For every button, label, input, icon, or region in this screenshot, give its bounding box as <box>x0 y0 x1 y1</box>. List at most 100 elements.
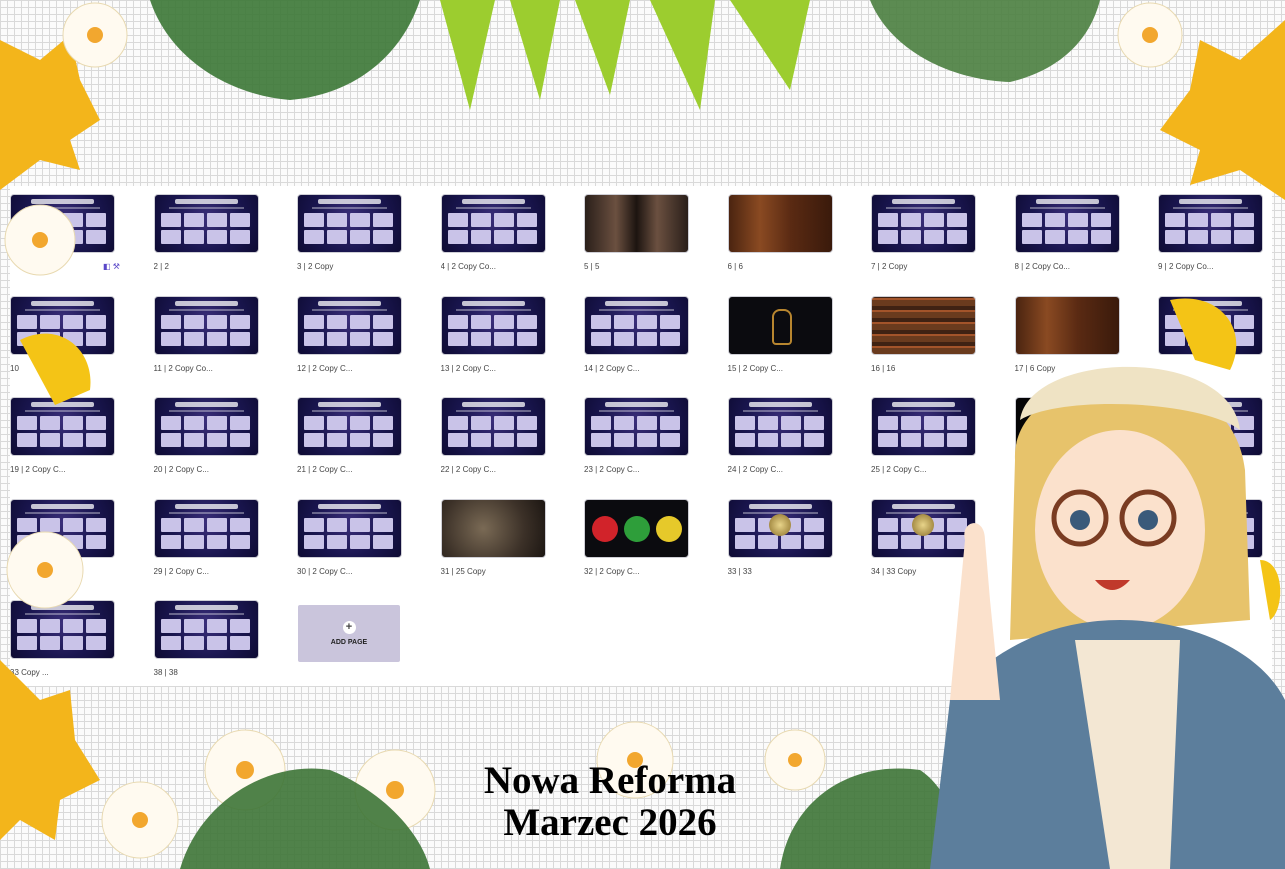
page-thumbnail[interactable] <box>440 194 546 253</box>
page-tile[interactable]: 21 | 2 Copy C... <box>297 397 402 474</box>
thumbnail-title-strip <box>31 503 94 509</box>
page-tile[interactable]: 5 | 5 <box>584 194 689 271</box>
page-tile[interactable]: 29 | 2 Copy C... <box>153 498 259 576</box>
page-thumbnail[interactable] <box>871 498 976 558</box>
page-caption: 16 | 16 <box>871 363 896 373</box>
page-caption: 4 | 2 Copy Co... <box>440 262 496 271</box>
page-tile[interactable] <box>1014 397 1120 465</box>
page-tile[interactable]: 20 | 2 Copy C... <box>153 397 259 474</box>
page-tile[interactable]: 12 | 2 Copy C... <box>297 295 402 373</box>
thumbnail-cards <box>304 314 395 349</box>
page-thumbnail[interactable] <box>1158 498 1263 558</box>
page-thumbnail[interactable] <box>727 194 833 253</box>
page-tile[interactable]: 2 | 2 <box>153 194 259 271</box>
page-tile[interactable]: 15 | 2 Copy C... <box>727 295 833 373</box>
page-tile[interactable]: 38 | 38 <box>153 600 259 677</box>
thumbnail-subtitle-strip <box>168 207 244 209</box>
page-tile[interactable] <box>10 194 115 262</box>
page-tile[interactable]: 32 | 2 Copy C... <box>584 498 689 576</box>
page-tile[interactable]: 6 | 6 <box>727 194 833 271</box>
thumbnail-title-strip <box>461 300 525 306</box>
page-thumbnail[interactable] <box>1158 295 1263 355</box>
page-tile[interactable]: 9 | 2 Copy Co... <box>1158 194 1263 271</box>
page-tile[interactable]: 3 | 2 Copy <box>297 194 402 271</box>
page-thumbnail[interactable] <box>727 397 833 457</box>
page-thumbnail[interactable] <box>10 295 115 355</box>
page-thumbnail[interactable] <box>10 600 115 660</box>
thumbnail-title-strip <box>1179 503 1242 509</box>
fern-leaf-top <box>440 0 810 110</box>
add-page-button[interactable]: + ADD PAGE <box>298 605 400 662</box>
mirror-icon <box>771 308 792 345</box>
page-tile[interactable]: 19 | 2 Copy C... <box>10 397 115 474</box>
page-thumbnail[interactable] <box>1014 397 1120 457</box>
page-tile[interactable]: 11 | 2 Copy Co... <box>153 295 259 373</box>
page-thumbnail[interactable] <box>153 397 259 457</box>
page-tile[interactable]: 10 <box>10 295 115 373</box>
page-thumbnail[interactable] <box>871 397 976 457</box>
thumbnail-cards <box>17 517 108 552</box>
page-tile[interactable]: 17 | 6 Copy <box>1014 295 1120 373</box>
page-tile[interactable]: 4 | 2 Copy Co... <box>440 194 546 271</box>
page-tile[interactable]: 23 | 2 Copy C... <box>584 397 689 474</box>
page-thumbnail[interactable] <box>1014 295 1120 355</box>
page-caption: 35 <box>1014 566 1024 576</box>
monstera-leaf-top-right <box>870 0 1100 82</box>
thumbnail-subtitle-strip <box>312 207 387 209</box>
thumbnail-cards <box>1165 517 1256 552</box>
page-thumbnail[interactable] <box>297 498 402 558</box>
page-tile[interactable] <box>1158 498 1263 567</box>
page-caption: 19 | 2 Copy C... <box>10 465 66 475</box>
page-tile[interactable] <box>1158 295 1263 364</box>
page-tile[interactable]: 16 | 16 <box>871 295 976 373</box>
page-tile[interactable]: 33 | 33 <box>727 498 833 576</box>
page-caption: 8 | 2 Copy Co... <box>1014 262 1070 271</box>
page-thumbnail[interactable] <box>297 397 402 457</box>
page-thumbnail[interactable] <box>297 295 402 355</box>
page-thumbnail[interactable] <box>153 295 259 355</box>
page-caption: 22 | 2 Copy C... <box>440 465 496 475</box>
page-tile[interactable]: 8 | 2 Copy Co... <box>1014 194 1120 271</box>
page-thumbnail[interactable] <box>584 295 689 355</box>
page-thumbnail[interactable] <box>871 295 976 355</box>
page-thumbnail[interactable] <box>584 498 689 558</box>
page-caption: 34 | 33 Copy <box>871 566 917 576</box>
page-thumbnail[interactable] <box>10 194 115 253</box>
page-tile[interactable]: 34 | 33 Copy <box>871 498 976 576</box>
page-tile[interactable] <box>10 498 115 567</box>
thumbnail-title-strip <box>31 402 94 408</box>
page-thumbnail[interactable] <box>1014 194 1120 253</box>
page-thumbnail[interactable] <box>727 498 833 558</box>
thumbnail-cards <box>734 416 826 450</box>
page-thumbnail[interactable] <box>153 194 259 253</box>
page-tile[interactable]: 33 Copy ... <box>10 600 115 677</box>
page-thumbnail[interactable] <box>584 397 689 457</box>
page-tile[interactable] <box>1158 397 1263 465</box>
page-thumbnail[interactable] <box>727 295 833 355</box>
page-thumbnail[interactable] <box>440 397 546 457</box>
page-tools-icons[interactable]: ◧ ⚒ <box>103 262 120 271</box>
page-tile[interactable]: 24 | 2 Copy C... <box>727 397 833 474</box>
page-caption: 2 | 2 <box>153 262 169 271</box>
page-thumbnail[interactable] <box>297 194 402 253</box>
page-tile[interactable]: 30 | 2 Copy C... <box>297 498 402 576</box>
page-tile[interactable]: 25 | 2 Copy C... <box>871 397 976 474</box>
page-tile[interactable]: 35 <box>1014 498 1120 576</box>
page-tile[interactable]: 7 | 2 Copy <box>871 194 976 271</box>
page-thumbnail[interactable] <box>1014 498 1120 558</box>
page-tile[interactable]: 31 | 25 Copy <box>440 498 546 576</box>
page-thumbnail[interactable] <box>440 498 546 558</box>
page-thumbnail[interactable] <box>1158 194 1263 253</box>
page-tile[interactable]: 13 | 2 Copy C... <box>440 295 546 373</box>
page-thumbnail[interactable] <box>584 194 689 253</box>
page-tile[interactable]: 14 | 2 Copy C... <box>584 295 689 373</box>
page-thumbnail[interactable] <box>440 295 546 355</box>
page-thumbnail[interactable] <box>871 194 976 253</box>
page-thumbnail[interactable] <box>10 397 115 457</box>
page-caption: 15 | 2 Copy C... <box>727 363 783 373</box>
page-thumbnail[interactable] <box>1158 397 1263 457</box>
page-tile[interactable]: 22 | 2 Copy C... <box>440 397 546 475</box>
page-thumbnail[interactable] <box>153 600 259 660</box>
page-thumbnail[interactable] <box>10 498 115 558</box>
page-thumbnail[interactable] <box>153 498 259 558</box>
